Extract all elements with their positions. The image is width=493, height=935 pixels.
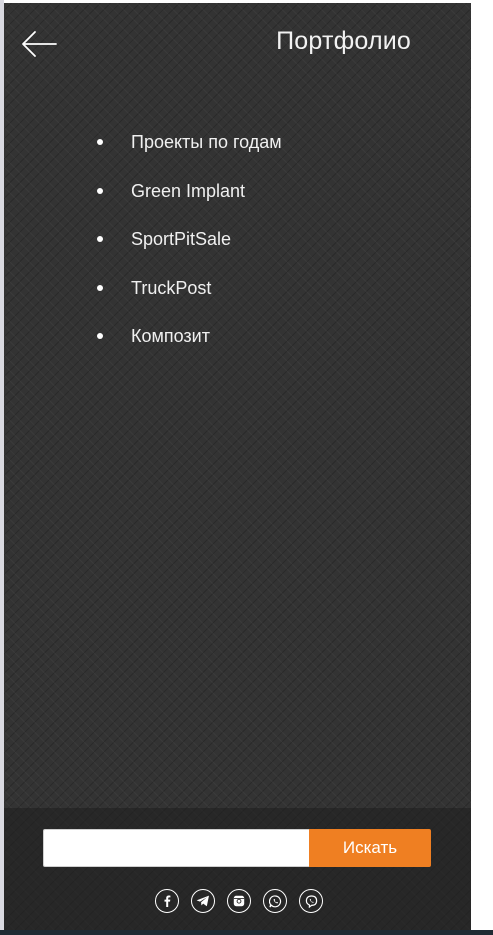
bullet-icon (97, 333, 103, 340)
menu-item-truckpost[interactable]: TruckPost (94, 274, 282, 323)
social-links (155, 889, 323, 913)
facebook-icon (164, 895, 171, 907)
menu-header: Портфолио (4, 3, 471, 83)
bullet-icon (97, 187, 103, 194)
instagram-link[interactable] (227, 889, 251, 913)
bottom-edge (0, 930, 493, 935)
telegram-icon (196, 895, 209, 907)
search-form: Искать (43, 829, 431, 867)
menu-item-label: Проекты по годам (131, 132, 282, 152)
menu-item-label: SportPitSale (131, 229, 232, 250)
viber-link[interactable] (299, 889, 323, 913)
menu-item-label: TruckPost (131, 277, 212, 298)
bullet-icon (97, 139, 103, 145)
menu-footer: Искать (4, 808, 471, 930)
viber-icon (305, 894, 317, 908)
menu-item-composite[interactable]: Композит (94, 322, 282, 371)
portfolio-menu: Проекты по годам Green Implant SportPitS… (94, 128, 282, 371)
facebook-link[interactable] (155, 889, 179, 913)
bullet-icon (97, 284, 103, 291)
search-button[interactable]: Искать (309, 829, 431, 867)
menu-item-green-implant[interactable]: Green Implant (94, 177, 282, 226)
search-input[interactable] (43, 829, 309, 867)
whatsapp-icon (268, 894, 281, 907)
page-title: Портфолио (276, 27, 411, 55)
menu-item-sportpitsale[interactable]: SportPitSale (94, 225, 282, 274)
menu-item-projects-by-year[interactable]: Проекты по годам (94, 128, 282, 177)
arrow-left-icon (22, 31, 57, 57)
menu-item-label: Green Implant (131, 180, 246, 201)
whatsapp-link[interactable] (263, 889, 287, 913)
telegram-link[interactable] (191, 889, 215, 913)
bullet-icon (97, 236, 103, 243)
back-button[interactable] (20, 29, 58, 59)
menu-item-label: Композит (131, 326, 210, 347)
instagram-icon (233, 895, 245, 907)
page: Портфолио Проекты по годам Green Implant… (0, 0, 493, 935)
side-menu-panel: Портфолио Проекты по годам Green Implant… (4, 3, 471, 930)
